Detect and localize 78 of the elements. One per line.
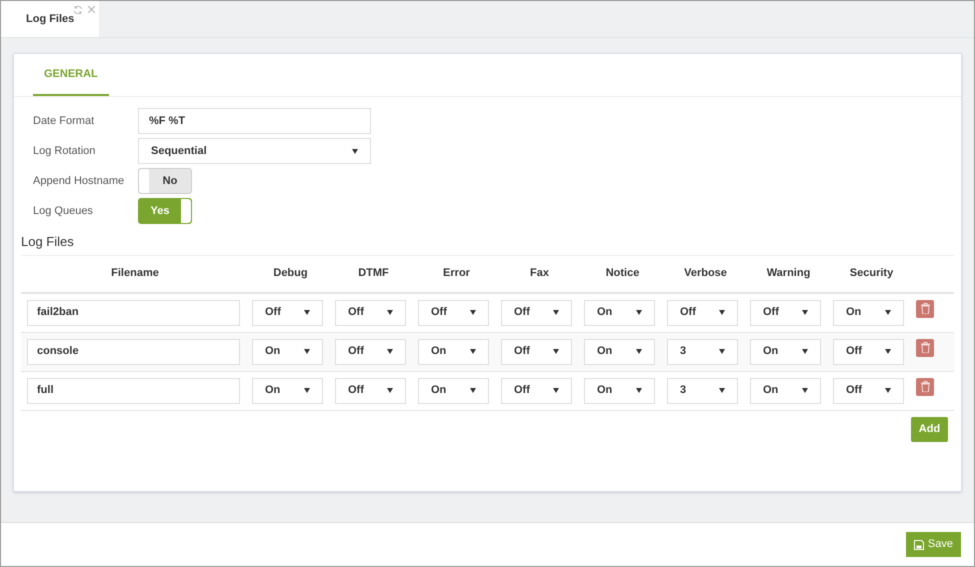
select-field[interactable]: 3	[667, 338, 738, 364]
select-field[interactable]: Sequential	[138, 138, 371, 164]
column-header: Error	[442, 266, 471, 282]
select-field[interactable]: Off	[833, 338, 904, 364]
caret-icon	[304, 310, 310, 315]
caret-icon	[553, 310, 559, 315]
section-heading: Log Files	[21, 232, 954, 256]
field-label: Append Hostname	[33, 174, 126, 189]
caret-icon	[304, 349, 310, 354]
select-field[interactable]: Off	[833, 378, 904, 404]
caret-icon	[636, 388, 642, 393]
select-field[interactable]: Off	[335, 378, 406, 404]
caret-icon	[470, 388, 476, 393]
column-header: Notice	[604, 266, 640, 282]
trash-icon	[920, 303, 930, 314]
input-field[interactable]: console	[27, 338, 240, 364]
caret-icon	[802, 388, 808, 393]
column-header: Filename	[110, 266, 160, 282]
caret-icon	[553, 388, 559, 393]
select-field[interactable]: On	[252, 378, 323, 404]
caret-icon	[719, 349, 725, 354]
column-header: Security	[848, 266, 894, 282]
select-field[interactable]: Off	[501, 338, 572, 364]
input-field[interactable]: %F %T	[138, 108, 371, 134]
column-header: Fax	[529, 266, 550, 282]
column-header: DTMF	[357, 266, 390, 282]
close-icon[interactable]	[88, 6, 95, 13]
caret-icon	[885, 349, 891, 354]
delete-button[interactable]	[916, 300, 934, 318]
select-field[interactable]: Off	[501, 378, 572, 404]
trash-icon	[920, 381, 930, 392]
field-label: Log Rotation	[33, 144, 96, 159]
field-label: Log Queues	[33, 204, 94, 219]
toggle-switch[interactable]: No	[138, 168, 192, 194]
select-field[interactable]: Off	[418, 300, 489, 326]
select-field[interactable]: On	[252, 338, 323, 364]
select-field[interactable]: Off	[667, 300, 738, 326]
select-field[interactable]: On	[418, 338, 489, 364]
caret-icon	[553, 349, 559, 354]
delete-button[interactable]	[916, 338, 934, 356]
select-field[interactable]: Off	[335, 338, 406, 364]
refresh-icon[interactable]	[73, 5, 83, 15]
caret-icon	[885, 310, 891, 315]
caret-icon	[387, 388, 393, 393]
select-field[interactable]: On	[584, 378, 655, 404]
column-header: Warning	[766, 266, 812, 282]
select-field[interactable]: On	[584, 338, 655, 364]
caret-icon	[802, 349, 808, 354]
caret-icon	[304, 388, 310, 393]
caret-icon	[885, 388, 891, 393]
select-field[interactable]: Off	[750, 300, 821, 326]
column-header: Debug	[272, 266, 309, 282]
trash-icon	[920, 342, 930, 353]
field-label: Date Format	[33, 114, 96, 129]
caret-icon	[719, 388, 725, 393]
caret-icon	[636, 349, 642, 354]
select-field[interactable]: Off	[335, 300, 406, 326]
caret-icon	[470, 310, 476, 315]
select-field[interactable]: On	[750, 338, 821, 364]
select-field[interactable]: On	[418, 378, 489, 404]
select-field[interactable]: 3	[667, 378, 738, 404]
select-field[interactable]: Off	[501, 300, 572, 326]
select-field[interactable]: On	[833, 300, 904, 326]
caret-icon	[387, 310, 393, 315]
caret-icon	[719, 310, 725, 315]
caret-icon	[802, 310, 808, 315]
input-field[interactable]: fail2ban	[27, 300, 240, 326]
column-header: Verbose	[683, 266, 728, 282]
input-field[interactable]: full	[27, 378, 240, 404]
caret-icon	[352, 148, 358, 154]
caret-icon	[470, 349, 476, 354]
select-field[interactable]: Off	[252, 300, 323, 326]
caret-icon	[387, 349, 393, 354]
delete-button[interactable]	[916, 378, 934, 396]
caret-icon	[636, 310, 642, 315]
tab[interactable]: Log Files	[1, 1, 99, 37]
select-field[interactable]: On	[750, 378, 821, 404]
select-field[interactable]: On	[584, 300, 655, 326]
